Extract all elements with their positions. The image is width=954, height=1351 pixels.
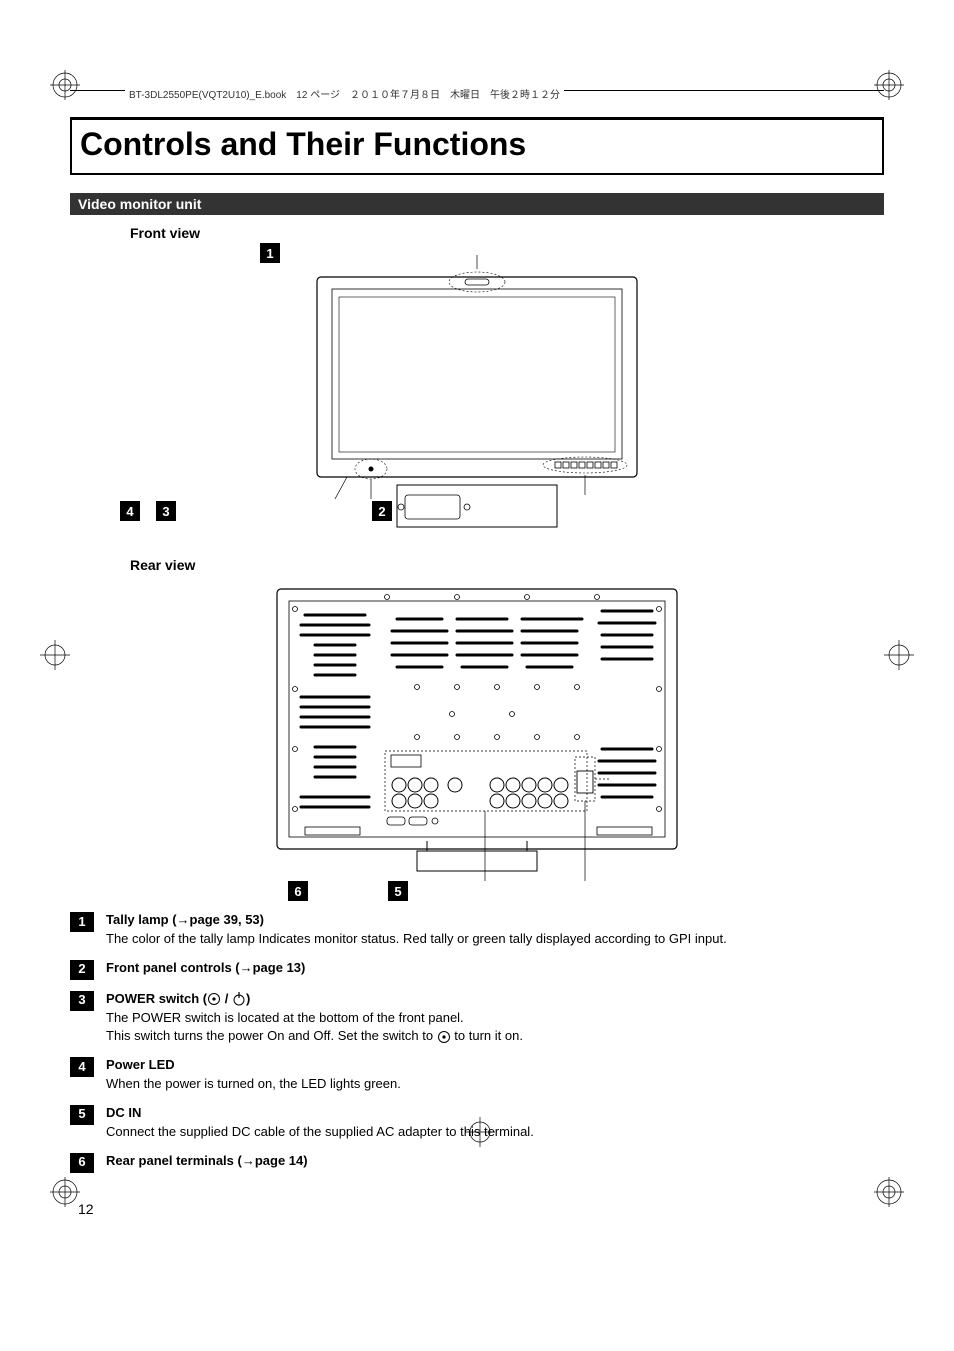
callout-1: 1 bbox=[260, 243, 280, 263]
item-4: 4 Power LED When the power is turned on,… bbox=[70, 1056, 884, 1094]
callout-5: 5 bbox=[388, 881, 408, 901]
callout-4: 4 bbox=[120, 501, 140, 521]
item-6: 6 Rear panel terminals (→page 14) bbox=[70, 1152, 884, 1173]
rear-view-svg bbox=[257, 579, 697, 899]
item-2-head: Front panel controls (→page 13) bbox=[106, 959, 884, 978]
item-1-num: 1 bbox=[70, 912, 94, 932]
item-2: 2 Front panel controls (→page 13) bbox=[70, 959, 884, 980]
item-6-num: 6 bbox=[70, 1153, 94, 1173]
front-view-svg bbox=[277, 247, 677, 547]
item-3-line-0: The POWER switch is located at the botto… bbox=[106, 1009, 884, 1028]
callout-6: 6 bbox=[288, 881, 308, 901]
rear-view-figure: 6 5 bbox=[70, 579, 884, 899]
item-6-head: Rear panel terminals (→page 14) bbox=[106, 1152, 884, 1171]
front-view-label: Front view bbox=[130, 225, 884, 241]
power-off-icon bbox=[232, 992, 246, 1006]
power-on-icon bbox=[207, 992, 221, 1006]
item-4-head: Power LED bbox=[106, 1056, 884, 1075]
item-1-line: The color of the tally lamp Indicates mo… bbox=[106, 930, 884, 949]
item-5-line: Connect the supplied DC cable of the sup… bbox=[106, 1123, 884, 1142]
item-1-head: Tally lamp (→page 39, 53) bbox=[106, 911, 884, 930]
running-header: BT-3DL2550PE(VQT2U10)_E.book 12 ページ ２０１０… bbox=[125, 86, 564, 101]
item-3-num: 3 bbox=[70, 991, 94, 1011]
item-1: 1 Tally lamp (→page 39, 53) The color of… bbox=[70, 911, 884, 949]
item-3-line-1: This switch turns the power On and Off. … bbox=[106, 1027, 884, 1046]
page-number: 12 bbox=[78, 1201, 884, 1217]
callout-2: 2 bbox=[372, 501, 392, 521]
item-4-line: When the power is turned on, the LED lig… bbox=[106, 1075, 884, 1094]
item-3: 3 POWER switch ( / ) The POWER switch is… bbox=[70, 990, 884, 1047]
item-5-head: DC IN bbox=[106, 1104, 884, 1123]
callout-3: 3 bbox=[156, 501, 176, 521]
page-title: Controls and Their Functions bbox=[70, 117, 884, 175]
front-view-figure: 1 4 3 2 bbox=[70, 247, 884, 547]
section-bar: Video monitor unit bbox=[70, 193, 884, 215]
rear-view-label: Rear view bbox=[130, 557, 884, 573]
power-on-icon bbox=[437, 1030, 451, 1044]
item-4-num: 4 bbox=[70, 1057, 94, 1077]
item-5-num: 5 bbox=[70, 1105, 94, 1125]
item-2-num: 2 bbox=[70, 960, 94, 980]
item-3-head: POWER switch ( / ) bbox=[106, 990, 884, 1009]
